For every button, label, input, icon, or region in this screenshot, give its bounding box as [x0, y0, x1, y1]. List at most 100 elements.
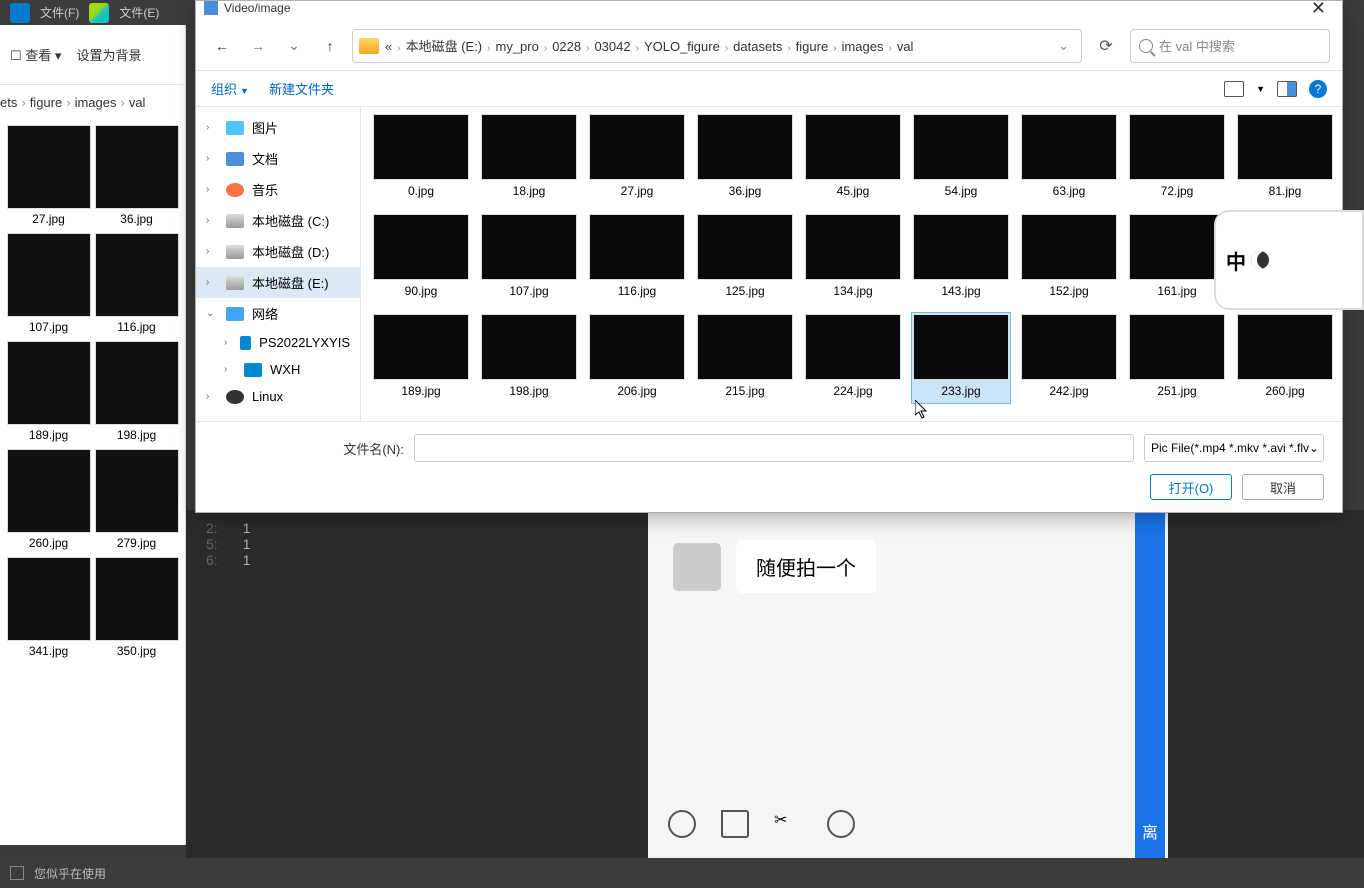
- file-item[interactable]: 134.jpg: [803, 212, 903, 304]
- view-dropdown[interactable]: ▼: [1256, 84, 1265, 94]
- file-item[interactable]: 63.jpg: [1019, 112, 1119, 204]
- file-thumbnail: [697, 214, 793, 280]
- help-button[interactable]: ?: [1309, 80, 1327, 98]
- comment-icon[interactable]: [827, 810, 855, 838]
- forward-button[interactable]: →: [244, 32, 272, 60]
- view-mode-button[interactable]: [1224, 81, 1244, 97]
- breadcrumb-item[interactable]: datasets: [733, 39, 782, 54]
- sidebar-item[interactable]: ›文档: [196, 143, 360, 174]
- breadcrumb-item[interactable]: 本地磁盘 (E:): [406, 39, 483, 54]
- breadcrumb-item[interactable]: «: [385, 39, 392, 54]
- file-item[interactable]: 116.jpg: [587, 212, 687, 304]
- status-icon: [10, 866, 24, 880]
- sidebar-item[interactable]: ›Linux: [196, 383, 360, 410]
- address-dropdown[interactable]: ⌄: [1052, 38, 1075, 54]
- emoji-icon[interactable]: [668, 810, 696, 838]
- sidebar-item[interactable]: ›音乐: [196, 174, 360, 205]
- file-item[interactable]: 107.jpg: [479, 212, 579, 304]
- moon-icon: [1251, 251, 1269, 269]
- bg-file-item[interactable]: 116.jpg: [95, 233, 179, 337]
- avatar: [673, 543, 721, 591]
- file-item[interactable]: 233.jpg: [911, 312, 1011, 404]
- breadcrumb-item[interactable]: 0228: [552, 39, 581, 54]
- organize-button[interactable]: 组织▼: [211, 79, 249, 98]
- blue-sidebar: 离: [1135, 510, 1165, 858]
- file-item[interactable]: 125.jpg: [695, 212, 795, 304]
- filename-input[interactable]: [414, 434, 1134, 462]
- file-thumbnail: [697, 314, 793, 380]
- scissors-icon[interactable]: ✂: [774, 810, 802, 838]
- new-folder-button[interactable]: 新建文件夹: [269, 79, 334, 98]
- file-thumbnail: [805, 314, 901, 380]
- up-button[interactable]: ↑: [316, 32, 344, 60]
- sidebar-item[interactable]: ›本地磁盘 (E:): [196, 267, 360, 298]
- file-item[interactable]: 189.jpg: [371, 312, 471, 404]
- file-item[interactable]: 36.jpg: [695, 112, 795, 204]
- sidebar-item[interactable]: ›本地磁盘 (D:): [196, 236, 360, 267]
- breadcrumb-item[interactable]: 03042: [594, 39, 630, 54]
- file-thumbnail: [1237, 114, 1333, 180]
- file-item[interactable]: 198.jpg: [479, 312, 579, 404]
- address-bar[interactable]: «›本地磁盘 (E:)›my_pro›0228›03042›YOLO_figur…: [352, 29, 1082, 63]
- file-item[interactable]: 242.jpg: [1019, 312, 1119, 404]
- file-item[interactable]: 152.jpg: [1019, 212, 1119, 304]
- bg-file-item[interactable]: 341.jpg: [7, 557, 91, 661]
- refresh-button[interactable]: ⟳: [1090, 30, 1122, 62]
- sidebar-item[interactable]: ›PS2022LYXYIS: [196, 329, 360, 356]
- folder-icon: [359, 38, 379, 54]
- close-button[interactable]: ✕: [1303, 1, 1334, 15]
- preview-pane-button[interactable]: [1277, 81, 1297, 97]
- sidebar-item[interactable]: ⌄网络: [196, 298, 360, 329]
- file-item[interactable]: 0.jpg: [371, 112, 471, 204]
- folder-icon[interactable]: [721, 810, 749, 838]
- file-item[interactable]: 224.jpg: [803, 312, 903, 404]
- bg-file-item[interactable]: 279.jpg: [95, 449, 179, 553]
- bg-file-item[interactable]: 260.jpg: [7, 449, 91, 553]
- vscode-file-menu[interactable]: 文件(F): [40, 4, 79, 21]
- sidebar-item[interactable]: ›WXH: [196, 356, 360, 383]
- bg-file-item[interactable]: 107.jpg: [7, 233, 91, 337]
- breadcrumb-item[interactable]: figure: [796, 39, 829, 54]
- breadcrumb-item[interactable]: images: [842, 39, 884, 54]
- file-item[interactable]: 251.jpg: [1127, 312, 1227, 404]
- cancel-button[interactable]: 取消: [1242, 474, 1324, 500]
- ime-widget[interactable]: 中: [1214, 210, 1364, 310]
- file-thumbnail: [589, 214, 685, 280]
- bg-file-item[interactable]: 189.jpg: [7, 341, 91, 445]
- bg-file-item[interactable]: 350.jpg: [95, 557, 179, 661]
- file-item[interactable]: 206.jpg: [587, 312, 687, 404]
- file-item[interactable]: 54.jpg: [911, 112, 1011, 204]
- file-item[interactable]: 161.jpg: [1127, 212, 1227, 304]
- breadcrumb-item[interactable]: YOLO_figure: [644, 39, 720, 54]
- file-item[interactable]: 215.jpg: [695, 312, 795, 404]
- sidebar-item[interactable]: ›本地磁盘 (C:): [196, 205, 360, 236]
- search-input[interactable]: 在 val 中搜索: [1130, 29, 1330, 63]
- file-item[interactable]: 72.jpg: [1127, 112, 1227, 204]
- bg-breadcrumb[interactable]: ets› figure› images› val: [0, 85, 185, 120]
- recent-button[interactable]: ⌄: [280, 32, 308, 60]
- file-item[interactable]: 143.jpg: [911, 212, 1011, 304]
- file-item[interactable]: 27.jpg: [587, 112, 687, 204]
- pycharm-file-menu[interactable]: 文件(E): [119, 4, 159, 21]
- file-item[interactable]: 260.jpg: [1235, 312, 1335, 404]
- bg-file-item[interactable]: 27.jpg: [7, 125, 91, 229]
- open-button[interactable]: 打开(O): [1150, 474, 1232, 500]
- view-button[interactable]: ☐ 查看 ▾: [10, 45, 61, 64]
- bg-file-item[interactable]: 198.jpg: [95, 341, 179, 445]
- bg-file-item[interactable]: 36.jpg: [95, 125, 179, 229]
- file-thumbnail: [373, 214, 469, 280]
- file-thumbnail: [373, 114, 469, 180]
- filetype-dropdown[interactable]: Pic File(*.mp4 *.mkv *.avi *.flv⌄: [1144, 434, 1324, 462]
- file-item[interactable]: 90.jpg: [371, 212, 471, 304]
- back-button[interactable]: ←: [208, 32, 236, 60]
- set-background-button[interactable]: 设置为背景: [76, 45, 141, 64]
- sidebar: ›图片›文档›音乐›本地磁盘 (C:)›本地磁盘 (D:)›本地磁盘 (E:)⌄…: [196, 107, 361, 421]
- file-item[interactable]: 18.jpg: [479, 112, 579, 204]
- file-thumbnail: [805, 114, 901, 180]
- breadcrumb-item[interactable]: my_pro: [495, 39, 538, 54]
- vscode-icon: [10, 3, 30, 23]
- sidebar-item[interactable]: ›图片: [196, 112, 360, 143]
- file-item[interactable]: 45.jpg: [803, 112, 903, 204]
- file-item[interactable]: 81.jpg: [1235, 112, 1335, 204]
- breadcrumb-item[interactable]: val: [897, 39, 914, 54]
